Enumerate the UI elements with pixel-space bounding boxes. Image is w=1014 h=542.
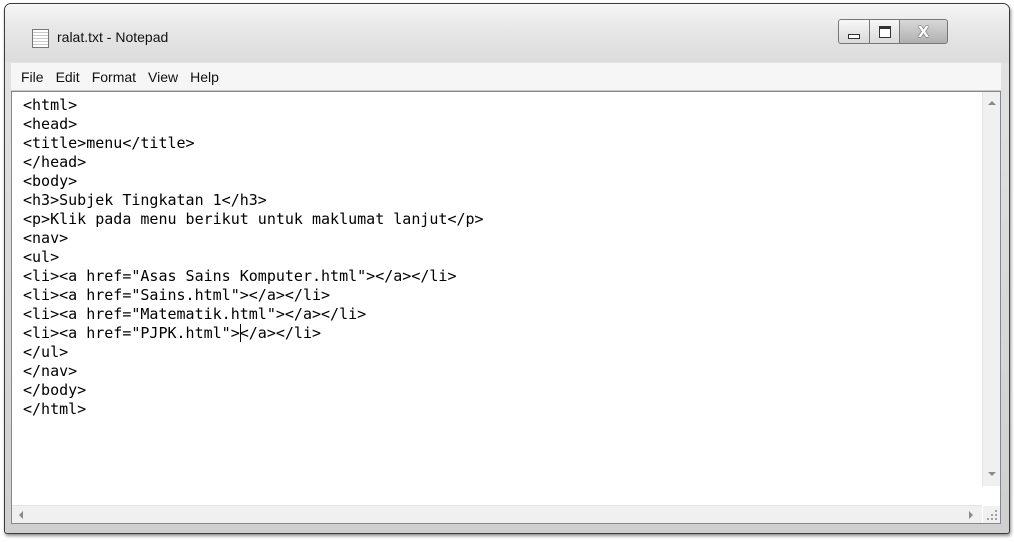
horizontal-scrollbar[interactable] xyxy=(12,505,982,523)
code-line: <li><a href="Asas Sains Komputer.html"><… xyxy=(23,267,457,285)
code-line: </ul> xyxy=(23,343,69,361)
code-line: <body> xyxy=(23,172,78,190)
scroll-up-icon[interactable] xyxy=(988,101,996,105)
code-line: <html> xyxy=(23,96,78,114)
menu-help[interactable]: Help xyxy=(184,66,225,88)
editor-text-area[interactable]: <html> <head> <title>menu</title> </head… xyxy=(23,96,973,491)
code-line: </head> xyxy=(23,153,87,171)
code-line: <li><a href="Sains.html"></a></li> xyxy=(23,286,331,304)
code-line: </nav> xyxy=(23,362,78,380)
scroll-left-icon[interactable] xyxy=(19,511,23,519)
code-line: <ul> xyxy=(23,248,60,266)
minimize-icon xyxy=(848,33,860,39)
code-line: </html> xyxy=(23,400,87,418)
maximize-icon xyxy=(878,25,891,38)
scroll-down-icon[interactable] xyxy=(988,472,996,476)
code-line: <h3>Subjek Tingkatan 1</h3> xyxy=(23,191,267,209)
vertical-scrollbar[interactable] xyxy=(982,92,1000,486)
code-line: <title>menu</title> xyxy=(23,134,195,152)
code-text-after-caret: </a></li> xyxy=(239,324,322,342)
code-line: <li><a href="Matematik.html"></a></li> xyxy=(23,305,367,323)
code-text-before-caret: <li><a href="PJPK.html"> xyxy=(23,324,240,342)
code-line: <nav> xyxy=(23,229,69,247)
menu-bar: File Edit Format View Help xyxy=(11,63,1001,91)
text-editor[interactable]: <html> <head> <title>menu</title> </head… xyxy=(11,91,1001,524)
close-button[interactable]: X xyxy=(899,19,948,44)
scroll-right-icon[interactable] xyxy=(969,511,973,519)
menu-edit[interactable]: Edit xyxy=(50,66,86,88)
close-icon: X xyxy=(917,22,930,41)
minimize-button[interactable] xyxy=(838,19,870,44)
notepad-icon[interactable] xyxy=(32,29,49,48)
menu-view[interactable]: View xyxy=(142,66,184,88)
maximize-button[interactable] xyxy=(869,19,900,44)
window-title: ralat.txt - Notepad xyxy=(57,29,169,45)
code-line: <head> xyxy=(23,115,78,133)
code-line: </body> xyxy=(23,381,87,399)
menu-file[interactable]: File xyxy=(15,66,50,88)
menu-format[interactable]: Format xyxy=(86,66,142,88)
code-line: <p>Klik pada menu berikut untuk maklumat… xyxy=(23,210,484,228)
notepad-window: ralat.txt - Notepad X File Edit Format V… xyxy=(4,3,1010,534)
resize-grip-icon[interactable] xyxy=(983,506,1000,523)
code-line-with-caret: <li><a href="PJPK.html"></a></li> xyxy=(23,324,973,343)
title-bar[interactable]: ralat.txt - Notepad X xyxy=(5,4,1009,62)
